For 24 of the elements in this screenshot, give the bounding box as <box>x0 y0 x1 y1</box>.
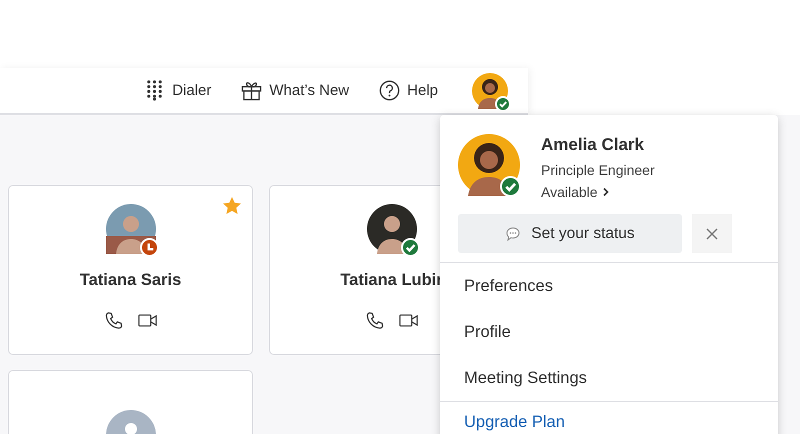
contact-avatar <box>106 204 156 254</box>
star-icon[interactable] <box>222 196 242 216</box>
toolbar-button[interactable]: Dialer <box>144 80 212 101</box>
phone-icon[interactable] <box>104 311 124 330</box>
set-status-button[interactable]: Set your status <box>458 214 682 253</box>
close-icon <box>705 226 719 240</box>
speech-bubble-icon <box>505 226 522 242</box>
contact-name: Tatiana Saris <box>80 271 182 290</box>
user-avatar[interactable] <box>472 72 508 108</box>
phone-icon[interactable] <box>364 311 384 330</box>
chevron-icon <box>602 187 610 197</box>
help-icon <box>379 80 400 101</box>
contact-card[interactable]: Tatiana Saris <box>8 185 253 355</box>
upgrade-link[interactable]: Upgrade Plan <box>440 402 778 434</box>
toolbar-button[interactable]: Help <box>379 80 438 101</box>
contact-name: Tatiana Lubir <box>340 271 443 290</box>
gift-icon <box>241 80 262 101</box>
user-name: Amelia Clark <box>541 135 645 155</box>
menu-item[interactable]: Meeting Settings <box>440 355 778 401</box>
contact-avatar <box>366 204 416 254</box>
job-title: Principle Engineer <box>541 162 655 178</box>
user-avatar <box>458 134 520 196</box>
toolbar-button[interactable]: What’s New <box>241 80 350 101</box>
availability-button[interactable]: Available <box>541 184 655 200</box>
